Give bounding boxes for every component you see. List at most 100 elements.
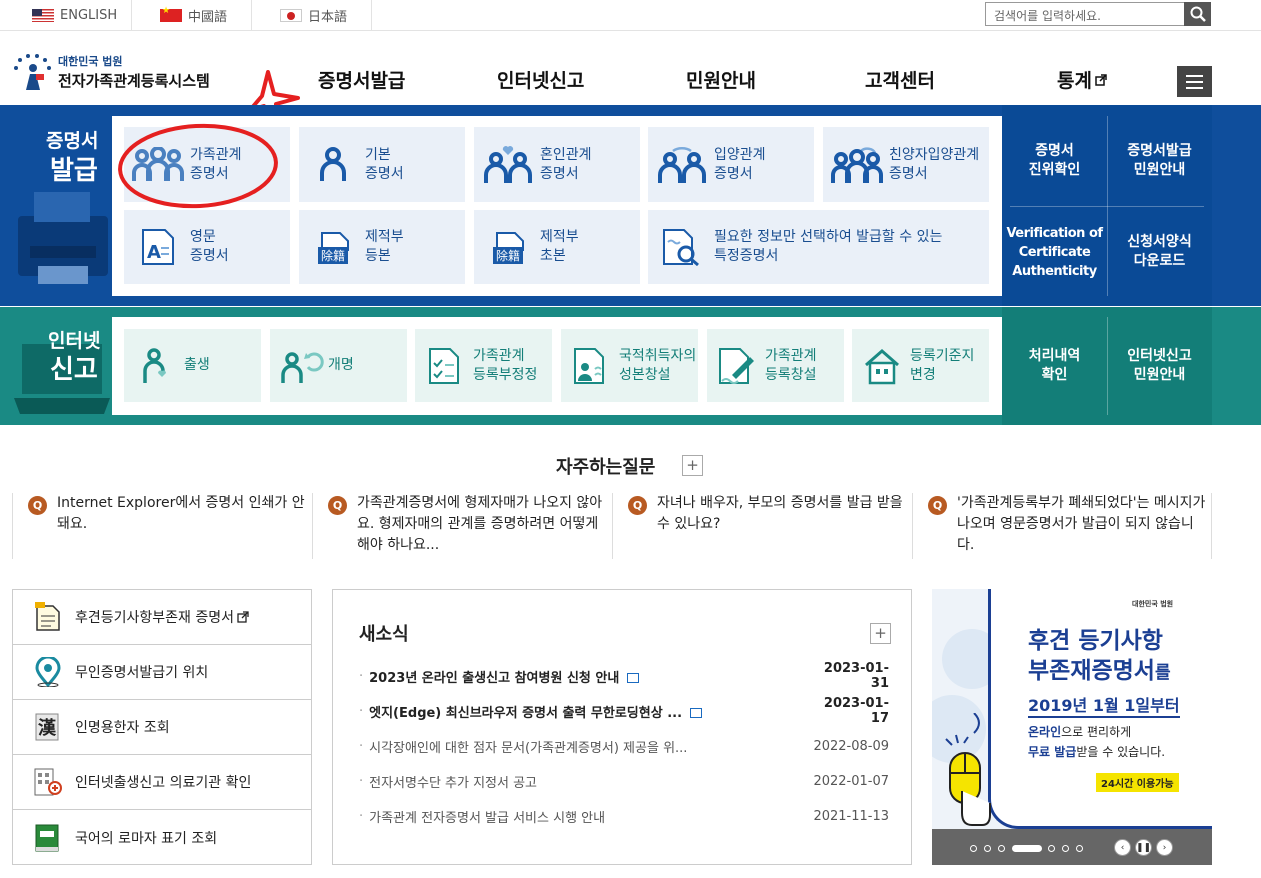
faq-title: 자주하는질문 [556,457,656,478]
news-item-date: 2021-11-13 [813,808,889,824]
gnb-certificate[interactable]: 증명서발급 [318,66,405,93]
specific-cert-tile[interactable]: 필요한 정보만 선택하여 발급할 수 있는 특정증명서 [648,210,989,284]
kiosk-location-link[interactable]: 무인증명서발급기 위치 [13,645,311,700]
prev-slide-button[interactable]: ‹ [1114,839,1131,856]
birth-report-tile[interactable]: 출생 [124,329,261,402]
hanja-lookup-link[interactable]: 漢 인명용한자 조회 [13,700,311,755]
mouse-click-icon [945,713,991,826]
pause-slide-button[interactable]: ❚❚ [1135,839,1152,856]
lang-english[interactable]: ENGLISH [4,0,132,31]
tile-label: 제적부 [365,229,404,245]
banner-line-1: 온라인으로 편리하게 [1028,723,1131,740]
hospital-icon [33,767,63,797]
news-item-date: 2023-01-31 [823,661,889,691]
faq-text: 자녀나 배우자, 부모의 증명서를 발급 받을 수 있나요? [657,495,903,532]
faq-item[interactable]: Q 가족관계증명서에 형제자매가 나오지 않아요. 형제자매의 관계를 증명하려면… [312,493,611,559]
q-icon: Q [28,496,47,515]
news-item-title: 2023년 온라인 출생신고 참여병원 신청 안내 [369,670,620,686]
slide-dot[interactable] [970,845,977,852]
slide-dot[interactable] [1062,845,1069,852]
removed-register-copy-tile[interactable]: 除籍 제적부 등본 [299,210,465,284]
banner-title-part: 를 [1154,663,1171,683]
quick-label: 후견등기사항부존재 증명서 [75,610,235,626]
slide-dot[interactable] [1076,845,1083,852]
q-icon: Q [628,496,647,515]
language-bar: ENGLISH 中國語 日本語 검색어를 입력하세요. [0,0,1261,31]
adoption-cert-tile[interactable]: 입양관계 증명서 [648,127,814,202]
domicile-change-tile[interactable]: 등록기준지 변경 [852,329,989,402]
news-item[interactable]: · 엣지(Edge) 최신브라우저 증명서 출력 무한로딩현상 ... 2023-0… [359,696,889,726]
slide-dot[interactable] [998,845,1005,852]
side-label: Certificate [1018,244,1091,260]
site-logo[interactable]: 대한민국 법원 전자가족관계등록시스템 [12,52,210,92]
verification-link[interactable]: Verification of Certificate Authenticity [1002,207,1107,297]
creation-report-tile[interactable]: 가족관계 등록창설 [707,329,844,402]
tile-label: 증명서 [540,165,579,182]
tile-label: 영문 [190,229,216,245]
quick-links: 후견등기사항부존재 증명서 무인증명서발급기 위치 漢 인명용한자 조회 인터넷… [12,589,312,865]
q-icon: Q [328,496,347,515]
news-item[interactable]: · 2023년 온라인 출생신고 참여병원 신청 안내 2023-01-31 [359,661,889,691]
baby-icon [138,347,178,385]
hanja-book-icon: 漢 [33,712,63,742]
tile-label: 입양관계 [714,146,766,163]
lang-chinese[interactable]: 中國語 [132,0,252,31]
gnb-customer[interactable]: 고객센터 [865,66,935,93]
faq-item[interactable]: Q '가족관계등록부가 폐쇄되었다'는 메시지가 나오며 영문증명서가 발급이 되… [912,493,1211,559]
faq-item[interactable]: Q Internet Explorer에서 증명서 인쇄가 안돼요. [12,493,311,559]
basic-cert-tile[interactable]: 기본 증명서 [299,127,465,202]
slide-dot-active[interactable] [1012,845,1042,852]
search-input[interactable]: 검색어를 입력하세요. [985,2,1185,26]
faq-more-button[interactable]: + [682,455,703,476]
news-item[interactable]: · 전자서명수단 추가 지정서 공고 2022-01-07 [359,771,889,791]
news-box: 새소식 + · 2023년 온라인 출생신고 참여병원 신청 안내 2023-01-… [332,589,912,865]
full-adoption-cert-tile[interactable]: 친양자입양관계 증명서 [823,127,989,202]
banner-title-part: 부존재증명서 [1028,658,1155,684]
promo-banner[interactable]: 대한민국 법원 후견 등기사항 부존재증명서를 2019년 1월 1일부터 온라… [932,589,1212,865]
lang-japanese[interactable]: 日本語 [252,0,372,31]
tile-label: 등록기준지 [910,347,975,364]
verify-cert-link[interactable]: 증명서 진위확인 [1002,116,1107,206]
removed-register-extract-tile[interactable]: 除籍 제적부 초본 [474,210,640,284]
romanization-link[interactable]: 국어의 로마자 표기 조회 [13,810,311,865]
next-slide-button[interactable]: › [1156,839,1173,856]
side-label: 민원안내 [1133,367,1186,383]
faq-item[interactable]: Q 자녀나 배우자, 부모의 증명서를 발급 받을 수 있나요? [612,493,911,559]
quick-label: 무인증명서발급기 위치 [75,665,209,681]
search-icon [1190,6,1206,22]
correction-report-tile[interactable]: 가족관계 등록부정정 [415,329,552,402]
form-download-link[interactable]: 신청서양식 다운로드 [1107,207,1212,297]
banner-org: 대한민국 법원 [1132,600,1174,608]
tile-label: 증명서 [190,248,229,264]
news-item[interactable]: · 가족관계 전자증명서 발급 서비스 시행 안내 2021-11-13 [359,806,889,826]
menu-button[interactable] [1177,66,1212,97]
person-icon [307,146,359,183]
gnb-report[interactable]: 인터넷신고 [497,66,584,93]
quick-label: 인명용한자 조회 [75,720,170,736]
hospital-check-link[interactable]: 인터넷출생신고 의료기관 확인 [13,755,311,810]
gnb-stats[interactable]: 통계 [1057,66,1107,93]
court-emblem-icon [12,52,54,92]
tile-label: 가족관계 [473,347,525,364]
removed-badge: 除籍 [317,246,348,264]
slide-dot[interactable] [1048,845,1055,852]
process-history-link[interactable]: 처리내역 확인 [1002,317,1107,415]
news-more-button[interactable]: + [870,623,891,644]
guardianship-cert-link[interactable]: 후견등기사항부존재 증명서 [13,590,311,645]
banner-title: 후견 등기사항 [1028,628,1163,654]
side-label: 증명서 [1035,143,1074,159]
side-label: 다운로드 [1133,253,1186,269]
rename-report-tile[interactable]: 개명 [270,329,407,402]
gnb-civil[interactable]: 민원안내 [686,66,756,93]
cert-guide-link[interactable]: 증명서발급 민원안내 [1107,116,1212,206]
news-item[interactable]: · 시각장애인에 대한 점자 문서(가족관계증명서) 제공을 위... 2022-0… [359,736,889,756]
slide-dot[interactable] [984,845,991,852]
printer-illustration [18,192,108,284]
notice-icon [690,708,703,718]
marriage-cert-tile[interactable]: 혼인관계 증명서 [474,127,640,202]
naturalized-report-tile[interactable]: 국적취득자의 성본창설 [561,329,698,402]
english-cert-tile[interactable]: A 영문 증명서 [124,210,290,284]
report-guide-link[interactable]: 인터넷신고 민원안내 [1107,317,1212,415]
search-button[interactable] [1184,2,1211,26]
tile-label: 성본창설 [619,366,671,383]
